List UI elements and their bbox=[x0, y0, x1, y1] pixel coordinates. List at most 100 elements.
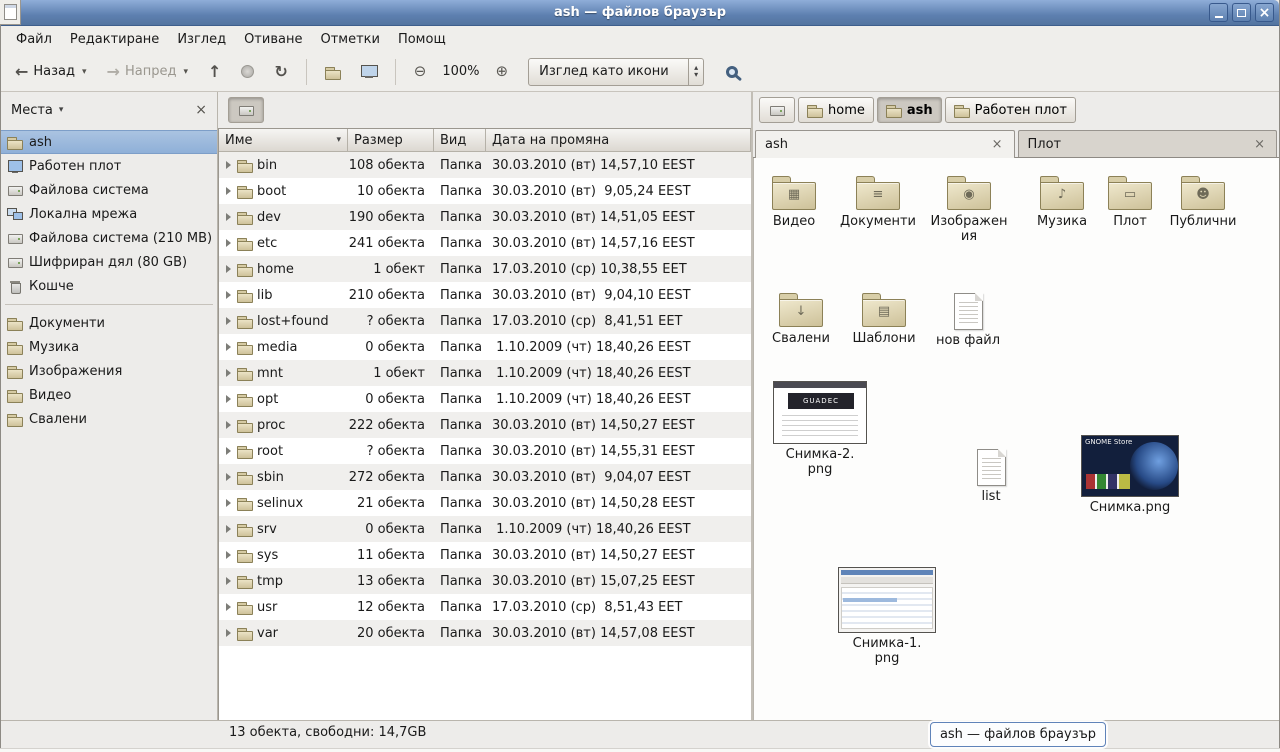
maximize-button[interactable] bbox=[1232, 3, 1251, 22]
place-filesystem-210[interactable]: Файлова система (210 MB) bbox=[1, 226, 217, 250]
tree-row-opt[interactable]: opt0 обектаПапка 1.10.2009 (чт) 18,40,26… bbox=[219, 386, 751, 412]
menu-file[interactable]: Файл bbox=[7, 26, 61, 52]
view-mode-combo[interactable]: Изглед като икони ▴▾ bbox=[528, 58, 704, 86]
zoom-out-button[interactable]: ⊖ bbox=[406, 57, 435, 87]
taskbar-window-button[interactable]: ash — файлов браузър bbox=[930, 722, 1106, 747]
column-header-size[interactable]: Размер bbox=[348, 129, 434, 152]
tree-row-root[interactable]: root? обектаПапка30.03.2010 (вт) 14,55,3… bbox=[219, 438, 751, 464]
place-trash[interactable]: Кошче bbox=[1, 274, 217, 298]
tree-row-media[interactable]: media0 обектаПапка 1.10.2009 (чт) 18,40,… bbox=[219, 334, 751, 360]
back-history-dropdown-icon[interactable]: ▾ bbox=[82, 67, 87, 77]
menu-help[interactable]: Помощ bbox=[389, 26, 455, 52]
tree-row-sys[interactable]: sys11 обектаПапка30.03.2010 (вт) 14,50,2… bbox=[219, 542, 751, 568]
panel-applet-icon[interactable] bbox=[0, 0, 21, 25]
place-music[interactable]: Музика bbox=[1, 335, 217, 359]
expander-icon[interactable] bbox=[226, 187, 231, 195]
tree-row-dev[interactable]: dev190 обектаПапка30.03.2010 (вт) 14,51,… bbox=[219, 204, 751, 230]
tree-row-lib[interactable]: lib210 обектаПапка30.03.2010 (вт) 9,04,1… bbox=[219, 282, 751, 308]
up-button[interactable]: ↑ bbox=[200, 57, 229, 87]
place-downloads[interactable]: Свалени bbox=[1, 407, 217, 431]
pathbar-root-button[interactable] bbox=[759, 97, 795, 123]
expander-icon[interactable] bbox=[226, 317, 231, 325]
expander-icon[interactable] bbox=[226, 265, 231, 273]
icon-item-images[interactable]: ◉Изображения bbox=[924, 176, 1014, 245]
icon-item-new-file[interactable]: нов файл bbox=[923, 293, 1013, 348]
pathbar-button-desktop[interactable]: Работен плот bbox=[945, 97, 1076, 123]
search-button[interactable] bbox=[718, 57, 746, 87]
expander-icon[interactable] bbox=[226, 603, 231, 611]
place-encrypted-80[interactable]: Шифриран дял (80 GB) bbox=[1, 250, 217, 274]
icon-item-snimka-1[interactable]: Снимка-1.​png bbox=[842, 567, 932, 667]
place-network[interactable]: Локална мрежа bbox=[1, 202, 217, 226]
icon-item-video[interactable]: ▦Видео bbox=[753, 176, 839, 229]
icon-item-downloads[interactable]: ↓Свалени bbox=[756, 293, 846, 346]
tree-row-boot[interactable]: boot10 обектаПапка30.03.2010 (вт) 9,05,2… bbox=[219, 178, 751, 204]
menu-bookmarks[interactable]: Отметки bbox=[311, 26, 388, 52]
expander-icon[interactable] bbox=[226, 395, 231, 403]
tree-row-mnt[interactable]: mnt1 обектПапка 1.10.2009 (чт) 18,40,26 … bbox=[219, 360, 751, 386]
pathbar-root-button[interactable] bbox=[228, 97, 264, 123]
computer-button[interactable] bbox=[353, 57, 385, 87]
tab-plot[interactable]: Плот× bbox=[1018, 130, 1278, 157]
expander-icon[interactable] bbox=[226, 473, 231, 481]
back-button[interactable]: ← Назад ▾ bbox=[7, 57, 95, 87]
titlebar[interactable]: ash — файлов браузър × bbox=[1, 0, 1279, 26]
place-filesystem[interactable]: Файлова система bbox=[1, 178, 217, 202]
column-header-date[interactable]: Дата на промяна bbox=[486, 129, 751, 152]
expander-icon[interactable] bbox=[226, 421, 231, 429]
tree-row-etc[interactable]: etc241 обектаПапка30.03.2010 (вт) 14,57,… bbox=[219, 230, 751, 256]
place-documents[interactable]: Документи bbox=[1, 311, 217, 335]
tree-row-sbin[interactable]: sbin272 обектаПапка30.03.2010 (вт) 9,04,… bbox=[219, 464, 751, 490]
tree-row-usr[interactable]: usr12 обектаПапка17.03.2010 (ср) 8,51,43… bbox=[219, 594, 751, 620]
icon-item-snimka[interactable]: GNOME StoreСнимка.​png bbox=[1085, 435, 1175, 515]
tab-close-icon[interactable]: × bbox=[1252, 137, 1267, 152]
menu-edit[interactable]: Редактиране bbox=[61, 26, 168, 52]
menu-go[interactable]: Отиване bbox=[235, 26, 311, 52]
icon-item-snimka-2[interactable]: GUADECСнимка-2.​png bbox=[775, 381, 865, 478]
expander-icon[interactable] bbox=[226, 447, 231, 455]
close-button[interactable]: × bbox=[1255, 3, 1274, 22]
pathbar-button-home[interactable]: home bbox=[798, 97, 874, 123]
expander-icon[interactable] bbox=[226, 213, 231, 221]
expander-icon[interactable] bbox=[226, 499, 231, 507]
tree-row-home[interactable]: home1 обектПапка17.03.2010 (ср) 10,38,55… bbox=[219, 256, 751, 282]
tree-row-srv[interactable]: srv0 обектаПапка 1.10.2009 (чт) 18,40,26… bbox=[219, 516, 751, 542]
icon-item-documents[interactable]: ≡Документи bbox=[833, 176, 923, 229]
place-images[interactable]: Изображения bbox=[1, 359, 217, 383]
icon-item-public[interactable]: ☻Публични bbox=[1158, 176, 1248, 229]
expander-icon[interactable] bbox=[226, 239, 231, 247]
expander-icon[interactable] bbox=[226, 525, 231, 533]
minimize-button[interactable] bbox=[1209, 3, 1228, 22]
expander-icon[interactable] bbox=[226, 161, 231, 169]
forward-button[interactable]: → Напред ▾ bbox=[99, 57, 196, 87]
tree-row-bin[interactable]: bin108 обектаПапка30.03.2010 (вт) 14,57,… bbox=[219, 152, 751, 178]
tree-row-proc[interactable]: proc222 обектаПапка30.03.2010 (вт) 14,50… bbox=[219, 412, 751, 438]
expander-icon[interactable] bbox=[226, 551, 231, 559]
zoom-in-button[interactable]: ⊕ bbox=[488, 57, 517, 87]
icon-item-templates[interactable]: ▤Шаблони bbox=[839, 293, 929, 346]
expander-icon[interactable] bbox=[226, 577, 231, 585]
tree-row-selinux[interactable]: selinux21 обектаПапка30.03.2010 (вт) 14,… bbox=[219, 490, 751, 516]
expander-icon[interactable] bbox=[226, 343, 231, 351]
place-desktop[interactable]: Работен плот bbox=[1, 154, 217, 178]
tree-row-tmp[interactable]: tmp13 обектаПапка30.03.2010 (вт) 15,07,2… bbox=[219, 568, 751, 594]
tree-row-var[interactable]: var20 обектаПапка30.03.2010 (вт) 14,57,0… bbox=[219, 620, 751, 646]
places-selector[interactable]: Места ▾ bbox=[11, 103, 63, 118]
column-header-kind[interactable]: Вид bbox=[434, 129, 486, 152]
expander-icon[interactable] bbox=[226, 291, 231, 299]
tab-close-icon[interactable]: × bbox=[990, 137, 1005, 152]
place-ash[interactable]: ash bbox=[1, 130, 217, 154]
menu-view[interactable]: Изглед bbox=[168, 26, 235, 52]
tab-ash[interactable]: ash× bbox=[755, 130, 1015, 158]
expander-icon[interactable] bbox=[226, 369, 231, 377]
stop-button[interactable] bbox=[233, 57, 262, 87]
pathbar-button-ash[interactable]: ash bbox=[877, 97, 942, 123]
place-video[interactable]: Видео bbox=[1, 383, 217, 407]
expander-icon[interactable] bbox=[226, 629, 231, 637]
tree-row-lost+found[interactable]: lost+found? обектаПапка17.03.2010 (ср) 8… bbox=[219, 308, 751, 334]
icon-item-list[interactable]: list bbox=[946, 449, 1036, 504]
sidebar-close-button[interactable]: × bbox=[191, 102, 211, 118]
column-header-name[interactable]: Име▾ bbox=[219, 129, 348, 152]
home-button[interactable] bbox=[317, 57, 349, 87]
icon-view[interactable]: ▦Видео≡Документи◉Изображения♪Музика▭Плот… bbox=[753, 158, 1279, 720]
